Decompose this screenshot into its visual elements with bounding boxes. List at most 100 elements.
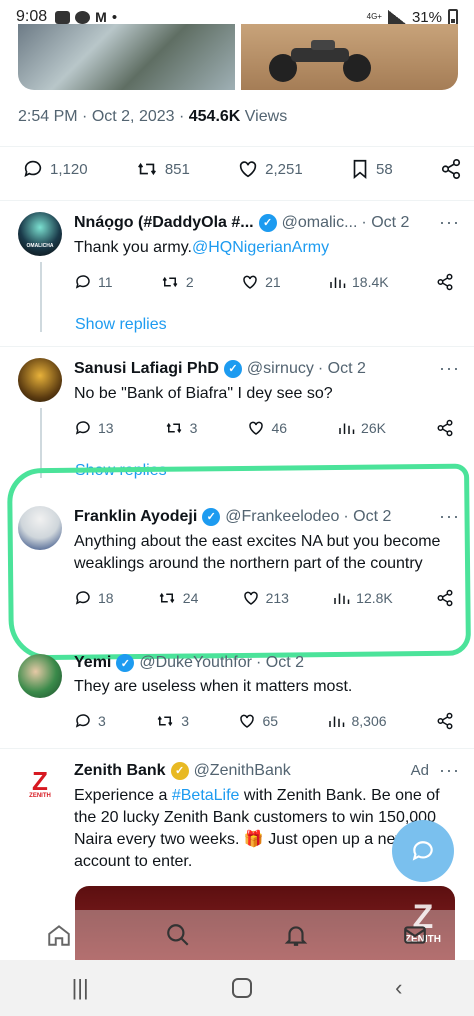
thread-line	[40, 262, 42, 332]
like-button[interactable]: 21	[241, 273, 281, 291]
share-icon	[437, 419, 453, 437]
reply-button[interactable]: 1,120	[22, 158, 88, 180]
reply-author-handle[interactable]: @DukeYouthfor	[139, 654, 252, 672]
nav-messages[interactable]	[395, 915, 435, 955]
view-count: 18.4K	[352, 274, 389, 290]
reply-icon	[75, 275, 90, 289]
reply-icon	[24, 160, 42, 177]
analytics-icon	[339, 423, 355, 434]
like-count: 21	[265, 274, 281, 290]
home-icon	[48, 925, 70, 946]
like-button[interactable]: 65	[238, 712, 278, 730]
repost-count: 3	[181, 713, 190, 729]
zenith-z-icon: Z	[32, 766, 48, 796]
recent-apps-icon[interactable]: |||	[72, 975, 89, 1001]
tweet-time: 2:54 PM	[18, 108, 78, 125]
views-button[interactable]: 26K	[337, 419, 386, 437]
like-count: 46	[271, 420, 288, 436]
reply-button[interactable]: 13	[74, 419, 114, 437]
repost-icon	[137, 162, 156, 176]
repost-count: 2	[185, 274, 194, 290]
motorcycle-icon	[269, 40, 371, 82]
network-type: 4G+	[366, 12, 382, 21]
reply-item[interactable]: OMALICHA Nnáọgo (#DaddyOla #... ✓ @omali…	[0, 212, 474, 342]
avatar[interactable]	[18, 358, 62, 402]
reply-item[interactable]: Yemi ✓ @DukeYouthfor · Oct 2 They are us…	[0, 654, 474, 744]
verified-badge-icon: ✓	[116, 654, 135, 672]
mention-link[interactable]: @HQNigerianArmy	[192, 239, 329, 256]
tweet-media[interactable]	[18, 24, 458, 90]
reply-date: Oct 2	[327, 359, 366, 377]
hashtag-link[interactable]: #BetaLife	[172, 787, 240, 804]
more-options-icon[interactable]: ···	[439, 760, 460, 781]
more-options-icon[interactable]: ···	[439, 212, 460, 233]
hand-drawn-highlight	[7, 463, 471, 661]
reply-date: Oct 2	[371, 213, 410, 231]
share-button[interactable]	[436, 419, 454, 437]
reply-count: 3	[98, 713, 106, 729]
reply-button[interactable]: 11	[74, 273, 113, 291]
youtube-icon	[55, 10, 71, 24]
reply-author-name[interactable]: Yemi	[74, 654, 111, 672]
views-button[interactable]: 18.4K	[328, 273, 389, 291]
zenith-logo[interactable]: Z ZENITH	[18, 762, 62, 806]
analytics-icon	[329, 716, 345, 727]
like-button[interactable]: 46	[247, 419, 287, 437]
nav-home[interactable]	[39, 915, 79, 955]
back-icon[interactable]: ‹	[395, 975, 402, 1001]
heart-icon	[240, 714, 255, 728]
share-icon	[437, 712, 453, 730]
ad-author-name[interactable]: Zenith Bank	[74, 762, 166, 780]
heart-icon	[249, 421, 264, 435]
compose-fab[interactable]	[392, 820, 454, 882]
avatar[interactable]: OMALICHA	[18, 212, 62, 256]
bookmark-button[interactable]: 58	[350, 158, 393, 180]
avatar[interactable]	[18, 654, 62, 698]
divider	[0, 146, 474, 147]
notification-icons: M •	[55, 9, 117, 26]
reply-count: 1,120	[50, 160, 88, 178]
reply-author-name[interactable]: Sanusi Lafiagi PhD	[74, 360, 219, 378]
signal-icon	[387, 10, 406, 24]
share-icon	[441, 159, 461, 179]
reply-author-handle[interactable]: @omalic...	[282, 214, 358, 232]
reply-text: They are useless when it matters most.	[74, 678, 353, 695]
repost-button[interactable]: 3	[164, 419, 198, 437]
repost-button[interactable]: 851	[135, 158, 190, 180]
battery-icon	[448, 8, 458, 26]
repost-button[interactable]: 3	[155, 712, 189, 730]
nav-search[interactable]	[158, 915, 198, 955]
share-button[interactable]	[440, 158, 462, 180]
nav-notifications[interactable]	[276, 915, 316, 955]
repost-button[interactable]: 2	[160, 273, 194, 291]
reply-text: Thank you army.@HQNigerianArmy	[74, 239, 330, 256]
reply-author-name[interactable]: Nnáọgo (#DaddyOla #...	[74, 214, 254, 232]
bell-icon	[284, 926, 308, 946]
reply-button[interactable]: 3	[74, 712, 106, 730]
media-image-motorcycle[interactable]	[241, 24, 458, 90]
battery-percent: 31%	[411, 8, 442, 26]
repost-count: 3	[189, 420, 198, 436]
home-button-icon[interactable]	[231, 978, 252, 998]
reply-actions: 11 2 21 18.4K	[74, 273, 460, 291]
reply-actions: 3 3 65 8,306	[74, 712, 460, 730]
bookmark-icon	[353, 159, 367, 180]
media-image-currency[interactable]	[18, 24, 235, 90]
show-replies-link[interactable]: Show replies	[75, 316, 167, 334]
views-count: 454.6K	[188, 108, 241, 125]
heart-icon	[240, 161, 257, 178]
reply-icon	[75, 714, 90, 728]
views-button[interactable]: 8,306	[327, 712, 387, 730]
divider	[0, 346, 474, 347]
share-button[interactable]	[436, 273, 454, 291]
like-count: 65	[262, 713, 279, 729]
share-button[interactable]	[436, 712, 454, 730]
divider	[0, 748, 474, 749]
search-icon	[166, 924, 189, 946]
reply-author-handle[interactable]: @sirnucy	[247, 360, 314, 378]
more-options-icon[interactable]: ···	[439, 358, 460, 379]
gmail-icon: M	[95, 9, 107, 25]
ad-author-handle[interactable]: @ZenithBank	[194, 762, 291, 780]
like-button[interactable]: 2,251	[237, 158, 303, 180]
like-count: 2,251	[265, 160, 303, 178]
